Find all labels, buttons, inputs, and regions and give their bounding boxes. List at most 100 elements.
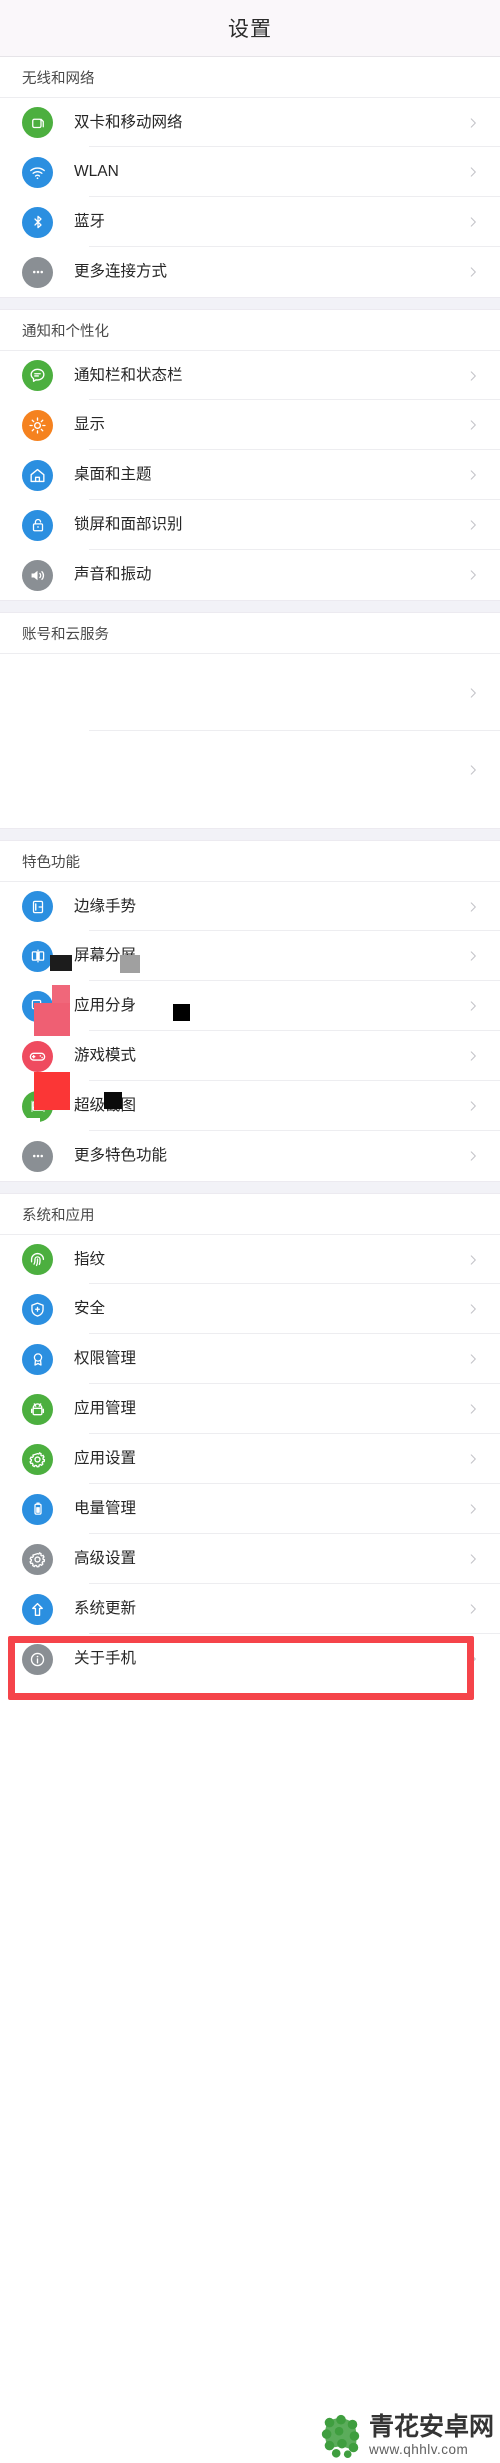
chevron-right-icon: [466, 369, 480, 383]
chevron-right-icon: [466, 116, 480, 130]
sim-card-icon: [22, 107, 53, 138]
settings-row[interactable]: 电量管理: [0, 1484, 500, 1534]
section-title: 特色功能: [22, 854, 80, 871]
section-divider: [0, 1181, 500, 1194]
update-arrow-icon: [22, 1593, 53, 1625]
settings-row-label: 桌面和主题: [74, 466, 152, 484]
chevron-right-icon: [466, 1302, 480, 1316]
settings-row-label: 电量管理: [74, 1500, 137, 1518]
settings-row-label: 关于手机: [74, 1650, 137, 1668]
settings-row[interactable]: 桌面和主题: [0, 450, 500, 500]
chevron-right-icon: [466, 763, 480, 777]
section-header-features: 特色功能: [0, 841, 500, 881]
chevron-right-icon: [466, 1552, 480, 1566]
settings-sections: 无线和网络 双卡和移动网络 WLAN 蓝牙 更多连接方式通知和个性化通知栏和状态栏显示桌…: [0, 57, 500, 1700]
settings-row[interactable]: 显示: [0, 400, 500, 450]
chevron-right-icon: [466, 686, 480, 700]
settings-row[interactable]: 边缘手势: [0, 881, 500, 931]
chevron-right-icon: [466, 468, 480, 482]
settings-row[interactable]: 声音和振动: [0, 550, 500, 600]
section-header-wireless: 无线和网络: [0, 57, 500, 97]
settings-row[interactable]: 更多连接方式: [0, 247, 500, 297]
lock-icon: [22, 509, 53, 541]
gear-icon: [22, 1443, 53, 1475]
settings-row-label: 权限管理: [74, 1350, 137, 1368]
settings-row[interactable]: 蓝牙: [0, 197, 500, 247]
settings-row[interactable]: 指纹: [0, 1234, 500, 1284]
section-body-wireless: 双卡和移动网络 WLAN 蓝牙 更多连接方式: [0, 97, 500, 297]
glitch-icon: [22, 755, 53, 786]
settings-row[interactable]: [0, 731, 500, 809]
speaker-icon: [22, 559, 53, 591]
settings-row[interactable]: 系统更新: [0, 1584, 500, 1634]
settings-row[interactable]: 通知栏和状态栏: [0, 350, 500, 400]
section-divider: [0, 828, 500, 841]
settings-row[interactable]: [0, 653, 500, 731]
settings-row[interactable]: 权限管理: [0, 1334, 500, 1384]
section-divider: [0, 600, 500, 613]
chevron-right-icon: [466, 1149, 480, 1163]
chevron-right-icon: [466, 1452, 480, 1466]
settings-row[interactable]: 游戏模式: [0, 1031, 500, 1081]
settings-row[interactable]: 关于手机: [0, 1634, 500, 1684]
chevron-right-icon: [466, 1253, 480, 1267]
settings-row[interactable]: 高级设置: [0, 1534, 500, 1584]
settings-row-label: 应用分身: [74, 997, 137, 1015]
settings-row[interactable]: 锁屏和面部识别: [0, 500, 500, 550]
settings-row[interactable]: 双卡和移动网络: [0, 97, 500, 147]
chat-bubble-icon: [22, 360, 53, 391]
chevron-right-icon: [466, 1049, 480, 1063]
settings-row-label: 应用设置: [74, 1450, 137, 1468]
section-title: 通知和个性化: [22, 323, 109, 340]
settings-row-label: 更多特色功能: [74, 1147, 168, 1165]
watermark: 青花安卓网 www.qhhlv.com: [318, 2413, 494, 2459]
app-header: 设置: [0, 0, 500, 57]
page-title: 设置: [228, 18, 272, 41]
settings-row[interactable]: 应用管理: [0, 1384, 500, 1434]
settings-row-label: 安全: [74, 1300, 106, 1318]
settings-row[interactable]: 屏幕分屏: [0, 931, 500, 981]
chevron-right-icon: [466, 518, 480, 532]
chevron-right-icon: [466, 1352, 480, 1366]
settings-row-label: 锁屏和面部识别: [74, 516, 183, 534]
chevron-right-icon: [466, 1402, 480, 1416]
chevron-right-icon: [466, 1099, 480, 1113]
section-body-account: [0, 653, 500, 828]
settings-row[interactable]: 超级截图: [0, 1081, 500, 1131]
edge-gesture-icon: [22, 891, 53, 922]
settings-row[interactable]: 应用分身: [0, 981, 500, 1031]
chevron-right-icon: [466, 1602, 480, 1616]
info-icon: [22, 1643, 53, 1675]
section-body-notification: 通知栏和状态栏显示桌面和主题锁屏和面部识别 声音和振动: [0, 350, 500, 600]
more-dots-icon: [22, 256, 53, 288]
highlighted-row-wrapper: 关于手机: [0, 1634, 500, 1700]
more-dots-icon: [22, 1140, 53, 1172]
settings-row[interactable]: 更多特色功能: [0, 1131, 500, 1181]
settings-row-label: 高级设置: [74, 1550, 137, 1568]
section-body-features: 边缘手势屏幕分屏应用分身游戏模式 超级截图更多特色功能: [0, 881, 500, 1181]
section-header-account: 账号和云服务: [0, 613, 500, 653]
section-header-system: 系统和应用: [0, 1194, 500, 1234]
settings-row-label: WLAN: [74, 163, 119, 181]
settings-row-label: 显示: [74, 416, 106, 434]
fingerprint-icon: [22, 1244, 53, 1275]
chevron-right-icon: [466, 568, 480, 582]
android-icon: [22, 1393, 53, 1425]
settings-row[interactable]: 应用设置: [0, 1434, 500, 1484]
chevron-right-icon: [466, 1502, 480, 1516]
settings-row-label: 系统更新: [74, 1600, 137, 1618]
settings-row-label: 声音和振动: [74, 566, 152, 584]
settings-row-label: 屏幕分屏: [74, 947, 137, 965]
section-title: 系统和应用: [22, 1207, 95, 1224]
chevron-right-icon: [466, 265, 480, 279]
settings-row-label: 边缘手势: [74, 897, 137, 915]
section-divider: [0, 297, 500, 310]
settings-row-label: 应用管理: [74, 1400, 137, 1418]
split-screen-icon: [22, 940, 53, 972]
section-title: 账号和云服务: [22, 626, 109, 643]
section-header-notification: 通知和个性化: [0, 310, 500, 350]
settings-row[interactable]: WLAN: [0, 147, 500, 197]
bluetooth-icon: [22, 206, 53, 238]
gear-icon: [22, 1543, 53, 1575]
settings-row[interactable]: 安全: [0, 1284, 500, 1334]
